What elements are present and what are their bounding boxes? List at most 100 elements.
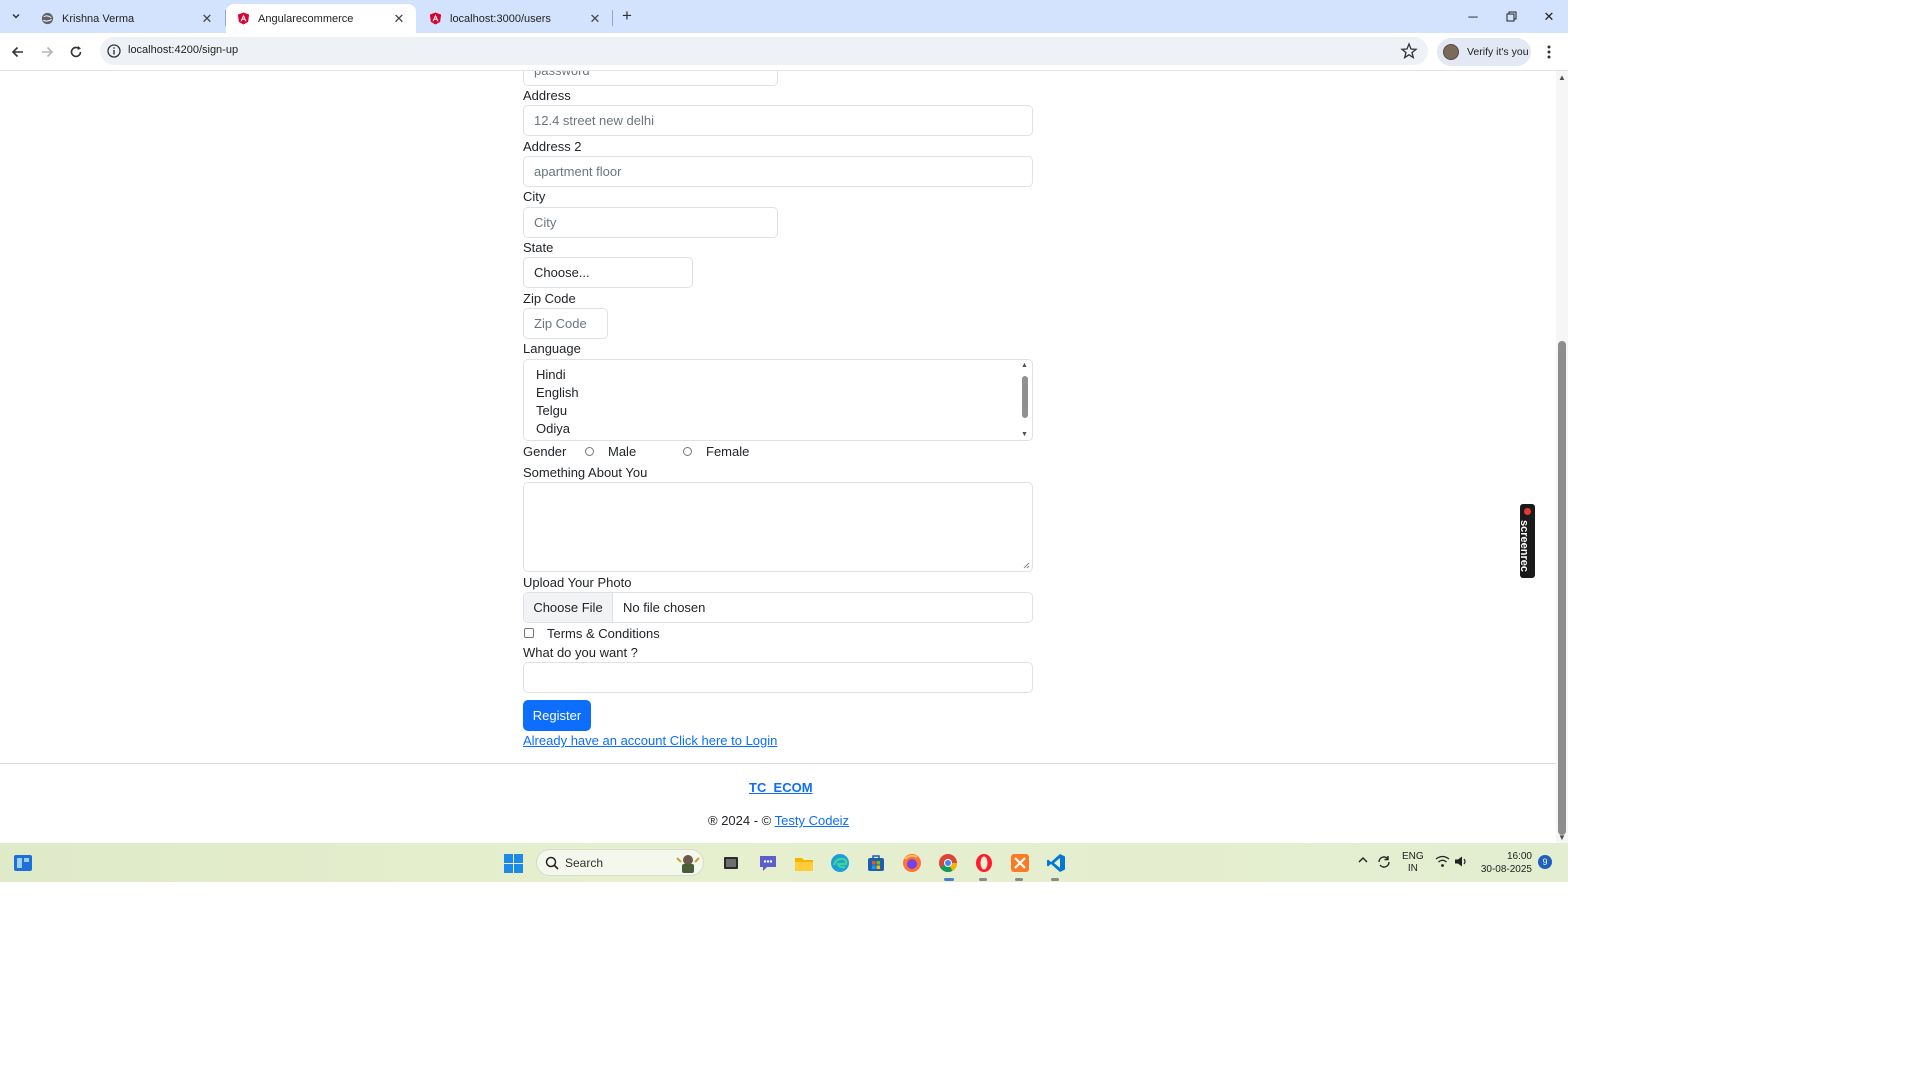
task-view-button[interactable] (720, 852, 742, 874)
login-link[interactable]: Already have an account Click here to Lo… (523, 733, 777, 748)
language-option-telgu[interactable]: Telgu (536, 403, 567, 418)
gender-male-radio[interactable] (585, 447, 594, 456)
site-info-icon[interactable] (106, 43, 122, 59)
language-listbox[interactable]: Hindi English Telgu Odiya ▲ ▼ (523, 359, 1033, 441)
bookmark-star-icon[interactable] (1400, 42, 1418, 60)
choose-file-button[interactable]: Choose File (524, 593, 613, 622)
network-button[interactable] (1435, 855, 1450, 871)
clock-button[interactable]: 16:00 30-08-2025 (1480, 850, 1532, 876)
listbox-scrollbar[interactable]: ▲ ▼ (1020, 362, 1030, 438)
photo-file-input[interactable]: Choose File No file chosen (523, 592, 1033, 623)
city-field[interactable] (523, 207, 778, 238)
screenrec-widget[interactable]: screenrec (1518, 504, 1535, 578)
gender-female-radio[interactable] (683, 447, 692, 456)
vscode-running-indicator (1051, 878, 1059, 881)
footer-divider (0, 763, 1556, 764)
page-scrollbar[interactable]: ▲ ▼ (1556, 71, 1568, 843)
address2-field[interactable] (523, 156, 1033, 187)
close-window-button[interactable]: ✕ (1530, 0, 1568, 33)
globe-icon (40, 12, 54, 26)
task-view-icon (724, 857, 738, 869)
tab-title: Krishna Verma (62, 12, 135, 25)
start-button[interactable] (502, 852, 524, 874)
edge-button[interactable] (829, 852, 851, 874)
more-vertical-icon (1547, 45, 1551, 59)
chevron-up-icon (1358, 857, 1368, 863)
restore-button[interactable] (1492, 0, 1530, 33)
volume-button[interactable] (1454, 855, 1468, 871)
register-button[interactable]: Register (523, 700, 591, 731)
close-icon[interactable]: ✕ (588, 11, 602, 26)
page-scroll-thumb[interactable] (1558, 341, 1566, 835)
chrome-running-indicator (944, 878, 954, 881)
store-button[interactable] (865, 852, 887, 874)
company-link[interactable]: Testy Codeiz (775, 813, 849, 828)
show-hidden-icons-button[interactable] (1357, 855, 1369, 868)
arrow-right-icon (42, 46, 54, 58)
scroll-up-arrow-icon[interactable]: ▲ (1021, 362, 1028, 369)
new-tab-button[interactable]: + (618, 6, 636, 25)
teams-chat-button[interactable] (757, 852, 779, 874)
terms-checkbox[interactable] (524, 628, 534, 638)
tab-separator (612, 10, 613, 26)
language-option-english[interactable]: English (536, 385, 579, 400)
scroll-down-arrow-icon[interactable]: ▼ (1021, 431, 1028, 438)
chrome-button[interactable] (937, 852, 959, 874)
footer-copyright: ® 2024 - © Testy Codeiz (708, 813, 849, 828)
notification-badge[interactable]: 9 (1538, 855, 1552, 869)
tab-search-button[interactable] (6, 6, 26, 26)
close-icon: ✕ (1543, 8, 1555, 24)
input-language-button[interactable]: ENG IN (1402, 851, 1424, 875)
copyright-text: ® 2024 - © (708, 813, 772, 828)
browser-menu-button[interactable] (1541, 43, 1557, 61)
tab-krishna-verma[interactable]: Krishna Verma ✕ (30, 4, 224, 33)
gender-label: Gender (523, 444, 567, 459)
photo-label: Upload Your Photo (523, 575, 632, 590)
wifi-icon (1435, 855, 1450, 867)
state-label: State (523, 240, 554, 255)
language-option-odiya[interactable]: Odiya (536, 421, 570, 436)
plus-icon: + (622, 6, 632, 25)
forward-button[interactable] (37, 42, 57, 62)
reload-button[interactable] (66, 42, 86, 62)
scroll-down-arrow-icon[interactable]: ▼ (1558, 833, 1566, 842)
vscode-button[interactable] (1045, 852, 1067, 874)
profile-verify-button[interactable]: Verify it's you (1437, 38, 1531, 66)
minimize-button[interactable]: ─ (1454, 0, 1492, 33)
opera-running-indicator (979, 878, 987, 881)
gender-female-label: Female (706, 444, 750, 459)
xampp-button[interactable] (1009, 852, 1031, 874)
tab-angularecommerce[interactable]: Angularecommerce ✕ (226, 4, 416, 33)
file-explorer-button[interactable] (793, 852, 815, 874)
address-label: Address (523, 88, 571, 103)
address-field[interactable] (523, 105, 1033, 136)
sync-icon (1378, 856, 1390, 868)
password-field[interactable] (523, 71, 778, 86)
opera-button[interactable] (973, 852, 995, 874)
search-highlight-icon (675, 852, 701, 874)
firefox-button[interactable] (901, 852, 923, 874)
close-icon[interactable]: ✕ (392, 11, 406, 26)
listbox-scroll-thumb[interactable] (1022, 376, 1028, 418)
address-bar[interactable]: localhost:4200/sign-up (100, 37, 1428, 65)
widgets-button[interactable] (12, 852, 34, 874)
scroll-up-arrow-icon[interactable]: ▲ (1558, 73, 1566, 82)
taskbar-search[interactable]: Search (536, 849, 704, 876)
zip-field[interactable] (523, 308, 608, 339)
footer-brand-link[interactable]: TC_ECOM (749, 780, 813, 795)
state-selected-value: Choose... (534, 265, 590, 280)
tab-localhost-users[interactable]: localhost:3000/users ✕ (418, 4, 612, 33)
back-button[interactable] (8, 42, 28, 62)
close-icon[interactable]: ✕ (200, 11, 214, 26)
sync-tray-button[interactable] (1376, 854, 1392, 873)
resize-handle-icon[interactable] (1023, 562, 1030, 569)
want-field[interactable] (523, 662, 1033, 693)
state-select[interactable]: Choose... (523, 257, 693, 288)
about-textarea[interactable] (523, 482, 1033, 572)
browser-toolbar: localhost:4200/sign-up Verify it's you (0, 33, 1568, 71)
folder-icon (795, 857, 813, 871)
arrow-left-icon (11, 46, 23, 58)
language-option-hindi[interactable]: Hindi (536, 367, 566, 382)
file-status: No file chosen (623, 600, 706, 615)
widgets-icon (14, 855, 32, 871)
